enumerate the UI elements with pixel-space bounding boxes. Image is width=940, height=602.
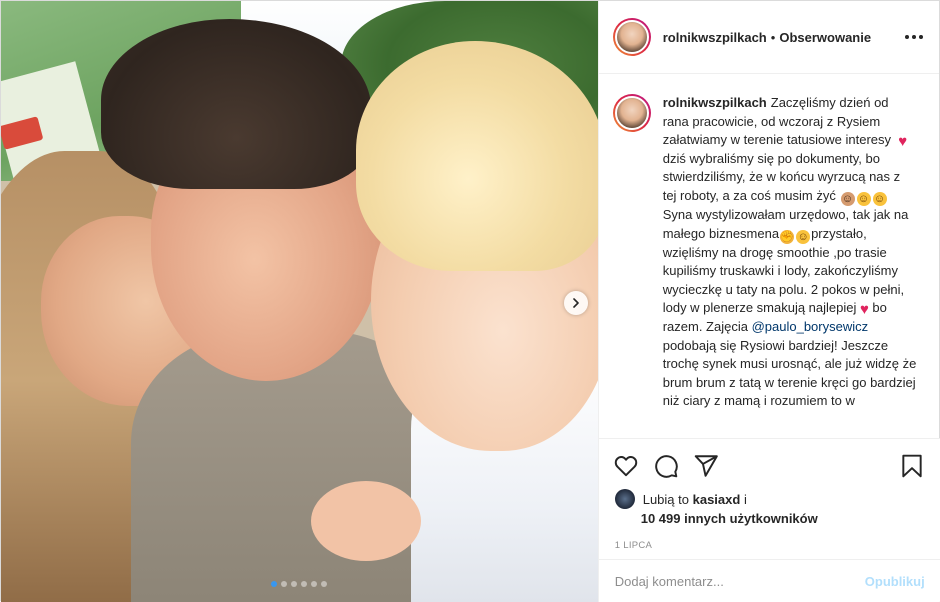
carousel-dot — [291, 581, 297, 587]
post-actions: Lubią to kasiaxd i 10 499 innych użytkow… — [598, 438, 940, 602]
carousel-dot — [311, 581, 317, 587]
red-heart-emoji-icon: ♥ — [859, 301, 869, 319]
author-username[interactable]: rolnikwszpilkach — [663, 30, 767, 45]
caption-author[interactable]: rolnikwszpilkach — [663, 95, 767, 110]
red-heart-emoji-icon: ♥ — [898, 133, 908, 151]
photo-child-hand — [311, 481, 421, 561]
photo-child-hair — [356, 41, 598, 271]
sunglasses-face-emoji-icon: ☺ — [872, 191, 887, 206]
action-icons-row — [599, 439, 940, 485]
post-date[interactable]: 1 LIPCA — [599, 526, 940, 551]
add-comment-form: Opublikuj — [598, 559, 940, 602]
share-button[interactable] — [693, 453, 719, 479]
carousel-dot — [281, 581, 287, 587]
avatar-image — [614, 96, 649, 130]
liker-avatar[interactable] — [614, 489, 635, 509]
author-avatar[interactable] — [612, 18, 651, 56]
header-separator: • — [770, 29, 776, 45]
post-header: rolnikwszpilkach • Obserwowanie — [598, 1, 939, 74]
post-side-panel: rolnikwszpilkach • Obserwowanie rolnikws… — [597, 1, 940, 602]
save-button[interactable] — [899, 453, 925, 479]
caption: rolnikwszpilkach Zaczęliśmy dzień od rana… — [612, 94, 923, 411]
following-button[interactable]: Obserwowanie — [779, 30, 871, 45]
comment-icon — [654, 455, 678, 478]
carousel-next-button[interactable] — [564, 291, 588, 315]
grinning-face-emoji-icon: ☺ — [856, 191, 871, 206]
likes-others-link[interactable]: 10 499 innych użytkowników — [599, 509, 940, 526]
likes-summary: Lubią to kasiaxd i — [599, 485, 940, 509]
user-mention-link[interactable]: @paulo_borysewicz — [752, 319, 869, 334]
bookmark-icon — [902, 454, 922, 478]
heart-icon — [614, 456, 637, 477]
comment-button[interactable] — [653, 453, 679, 479]
post-photo[interactable] — [1, 1, 598, 602]
publish-button[interactable]: Opublikuj — [865, 574, 925, 589]
liker-username[interactable]: kasiaxd — [693, 492, 741, 507]
grinning-face-emoji-icon: ☺ — [796, 229, 811, 244]
like-button[interactable] — [613, 453, 639, 479]
carousel-indicator — [271, 581, 327, 587]
caption-author-avatar[interactable] — [612, 94, 651, 132]
chevron-right-icon — [573, 298, 579, 308]
carousel-dot — [271, 581, 277, 587]
share-icon — [694, 455, 718, 477]
carousel-dot — [321, 581, 327, 587]
avatar-image — [614, 20, 649, 54]
caption-part-6: podobają się Rysiowi bardziej! Jeszcze t… — [662, 337, 917, 409]
likes-suffix: i — [743, 491, 747, 507]
flexed-biceps-emoji-icon: ✊ — [780, 229, 795, 244]
more-options-icon[interactable] — [905, 35, 923, 39]
post-modal: rolnikwszpilkach • Obserwowanie rolnikws… — [0, 0, 940, 602]
likes-prefix: Lubią to — [642, 491, 689, 507]
caption-text: rolnikwszpilkach Zaczęliśmy dzień od rana… — [663, 94, 917, 411]
comment-input[interactable] — [614, 573, 865, 589]
carousel-dot — [301, 581, 307, 587]
person-emoji-icon: ☺ — [840, 191, 855, 206]
